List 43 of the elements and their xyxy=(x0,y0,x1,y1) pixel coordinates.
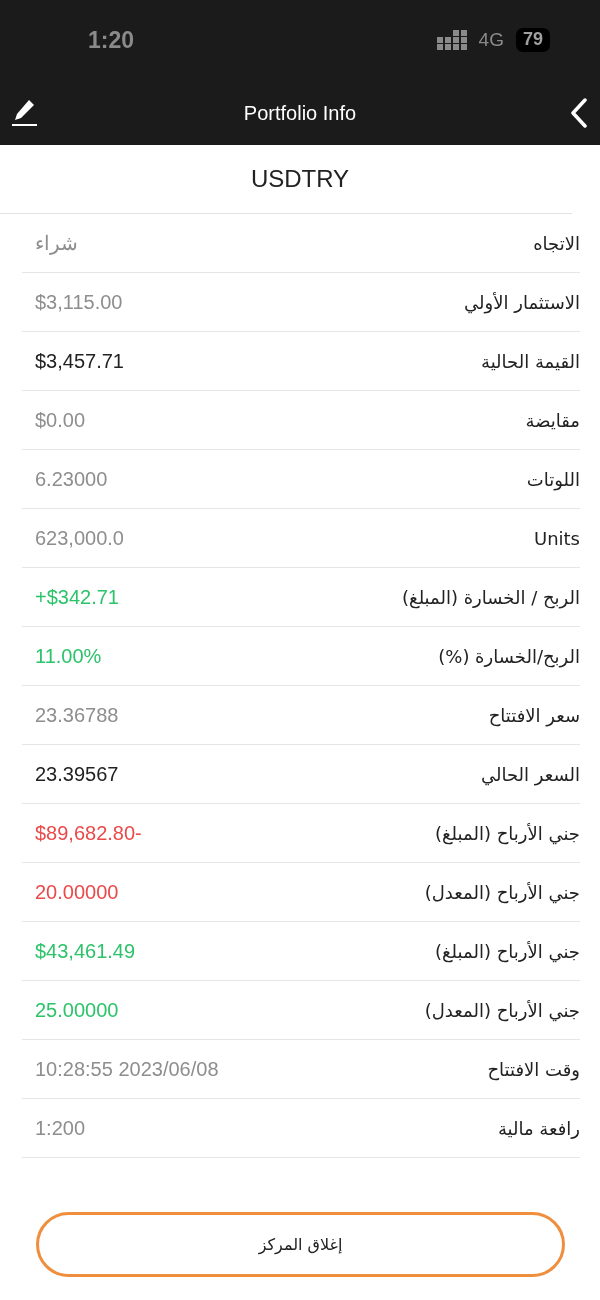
field-label: Units xyxy=(533,526,580,551)
back-chevron-icon xyxy=(570,97,588,128)
signal-icon xyxy=(436,30,467,50)
screen-title: Portfolio Info xyxy=(243,100,357,126)
field-value: 23.36788 xyxy=(34,703,119,728)
network-label: 4G xyxy=(478,30,504,50)
field-value: 1:200 xyxy=(34,1116,86,1141)
status-time: 1:20 xyxy=(88,28,135,52)
field-value: شراء xyxy=(34,231,78,257)
field-value: 11.00% xyxy=(34,644,102,669)
symbol-title: USDTRY xyxy=(250,164,350,194)
field-label: جني الأرباح (المبلغ) xyxy=(435,939,580,965)
field-value: $43,461.49 xyxy=(34,939,136,964)
field-value: $0.00 xyxy=(34,408,86,433)
field-label: جني الأرباح (المعدل) xyxy=(424,998,580,1024)
field-value: 10:28:55 2023/06/08 xyxy=(34,1057,219,1082)
field-value: 6.23000 xyxy=(34,467,108,492)
field-label: القيمة الحالية xyxy=(481,349,580,374)
field-value: 623,000.0 xyxy=(34,526,124,551)
field-label: جني الأرباح (المبلغ) xyxy=(435,821,580,847)
field-label: الاتجاه xyxy=(533,231,580,256)
pencil-icon xyxy=(12,98,37,127)
battery-level: 79 xyxy=(515,28,550,52)
field-label: وقت الافتتاح xyxy=(487,1057,580,1083)
field-label: الربح/الخسارة (%) xyxy=(438,644,580,670)
close-position-button[interactable]: إغلاق المركز xyxy=(36,1212,565,1277)
edit-button[interactable] xyxy=(12,98,37,127)
field-value: +$342.71 xyxy=(34,585,119,610)
field-value: 20.00000 xyxy=(34,880,119,905)
field-value: 25.00000 xyxy=(34,998,119,1023)
field-label: الربح / الخسارة (المبلغ) xyxy=(402,585,580,611)
field-label: رافعة مالية xyxy=(497,1116,580,1141)
field-value: $89,682.80- xyxy=(34,821,142,846)
back-button[interactable] xyxy=(570,97,588,128)
field-label: سعر الافتتاح xyxy=(488,703,580,729)
field-value: $3,115.00 xyxy=(34,290,123,315)
field-label: جني الأرباح (المعدل) xyxy=(424,880,580,906)
field-label: السعر الحالي xyxy=(481,762,580,788)
field-label: اللوتات xyxy=(526,467,580,493)
field-label: مقايضة xyxy=(525,408,580,433)
field-value: $3,457.71 xyxy=(34,349,124,374)
field-value: 23.39567 xyxy=(34,762,119,787)
field-label: الاستثمار الأولي xyxy=(464,290,580,316)
